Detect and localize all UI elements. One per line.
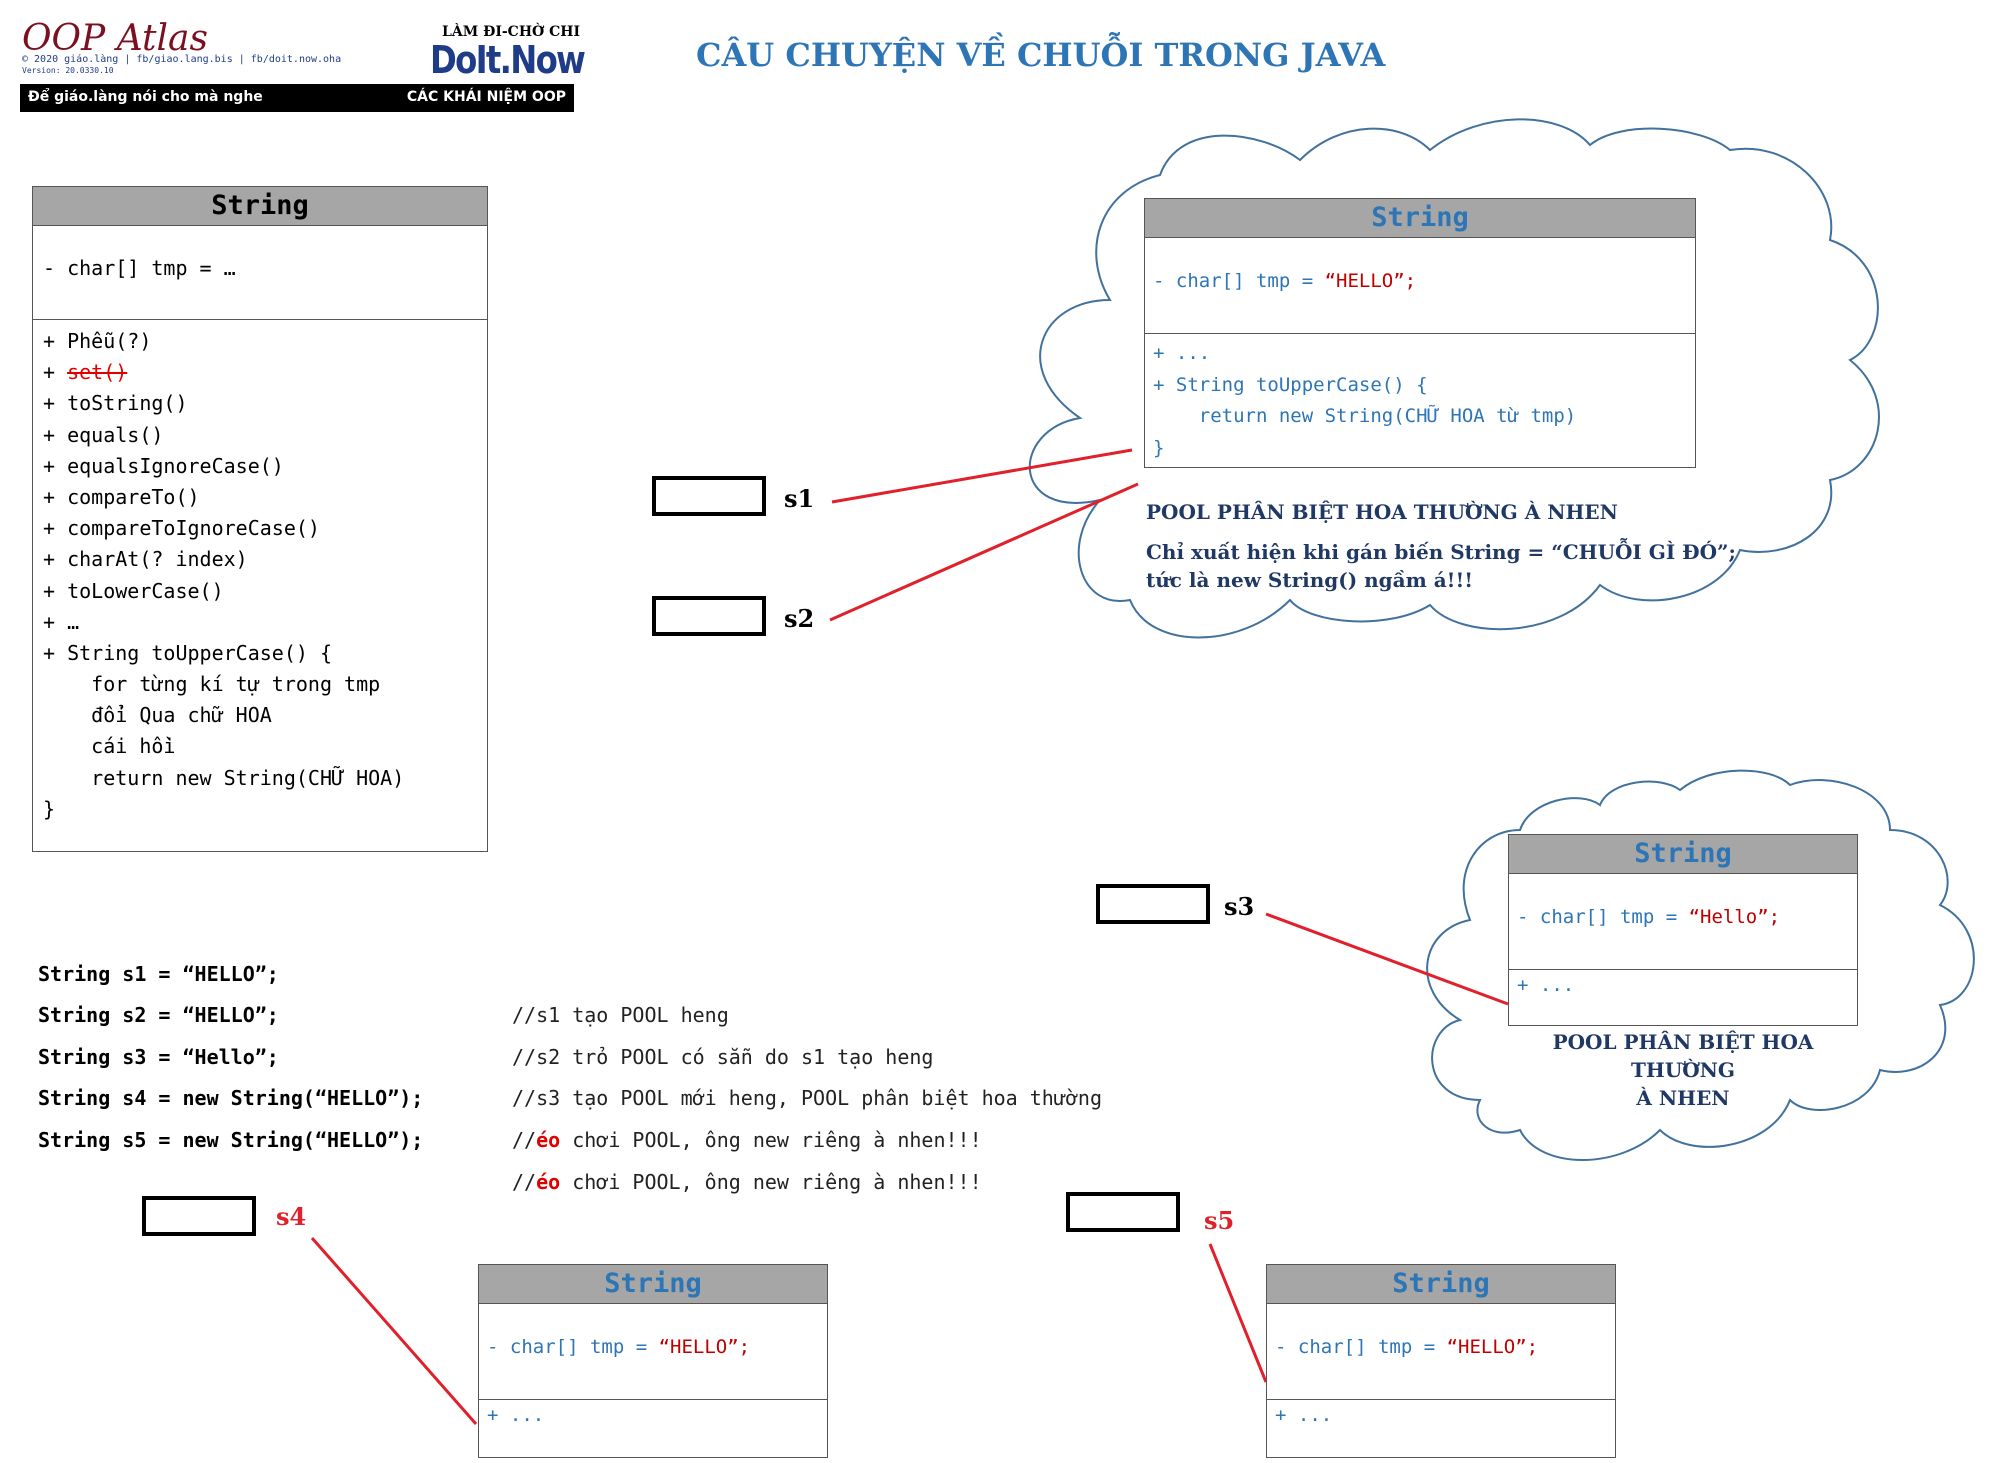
code-statement: String s4 = new String(“HELLO”);: [38, 1086, 424, 1111]
class-method-section: + Phễu(?) + set() + toString() + equals(…: [33, 320, 487, 825]
pool-string-object-1: String - char[] tmp = “HELLO”; + ... + S…: [1144, 198, 1696, 468]
code-comment: //s3 tạo POOL mới heng, POOL phân biệt h…: [512, 1086, 1103, 1111]
variable-label-s4: s4: [276, 1202, 307, 1231]
variable-box-s4: [142, 1196, 256, 1236]
code-statement: String s5 = new String(“HELLO”);: [38, 1127, 424, 1152]
object-methods: + ...: [1267, 1400, 1615, 1426]
method: + charAt(? index): [43, 547, 248, 572]
code-line: String s5 = new String(“HELLO”); //éo ch…: [38, 1078, 982, 1194]
object-class-name: String: [1145, 199, 1695, 238]
s3-arrow: [1265, 912, 1509, 1006]
method: + toString(): [43, 391, 188, 416]
object-method: + ...: [1517, 974, 1575, 996]
pool-note-title: POOL PHÂN BIỆT HOA THƯỜNG À NHEN: [1146, 500, 1618, 524]
method: + equalsIgnoreCase(): [43, 453, 284, 478]
code-line: String s2 = “HELLO”; //s2 trỏ POOL có sẵ…: [38, 954, 933, 1069]
code-block: String s1 = “HELLO”; //s1 tạo POOL heng …: [38, 912, 1102, 1194]
method: + compareToIgnoreCase(): [43, 516, 320, 541]
comment-prefix: //: [512, 1169, 537, 1194]
object-methods: + ...: [479, 1400, 827, 1426]
method: + toLowerCase(): [43, 578, 224, 603]
class-name: String: [33, 187, 487, 226]
pool-note-line: Chỉ xuất hiện khi gán biến String = “CHU…: [1146, 540, 1736, 564]
code-comment: //s2 trỏ POOL có sẵn do s1 tạo heng: [512, 1044, 934, 1069]
comment-prefix: //: [512, 1127, 537, 1152]
comment-rest: chơi POOL, ông new riêng à nhen!!!: [560, 1127, 982, 1152]
object-method: + ...: [1275, 1404, 1333, 1426]
s2-arrow: [829, 482, 1139, 622]
code-comment: //s1 tạo POOL heng: [512, 1003, 729, 1028]
variable-label-s1: s1: [784, 484, 815, 513]
method: + String toUpperCase() {: [43, 640, 332, 665]
pool-note-body: Chỉ xuất hiện khi gán biến String = “CHU…: [1146, 538, 1736, 594]
code-line: String s3 = “Hello”; //s3 tạo POOL mới h…: [38, 995, 1102, 1111]
pool-string-object-2: String - char[] tmp = “Hello”; + ...: [1508, 834, 1858, 1026]
field-value: “HELLO”;: [658, 1336, 751, 1358]
s1-arrow: [831, 448, 1133, 504]
code-comment: //éo chơi POOL, ông new riêng à nhen!!!: [512, 1162, 982, 1204]
method: return new String(CHỮ HOA): [43, 765, 405, 790]
object-method: + ...: [1153, 342, 1211, 364]
object-field: - char[] tmp = “HELLO”;: [1267, 1304, 1615, 1400]
pool-note-line: POOL PHÂN BIỆT HOA THƯỜNG: [1552, 1030, 1814, 1082]
field-value: “HELLO”;: [1324, 270, 1417, 292]
comment-highlight: éo: [536, 1127, 561, 1152]
object-class-name: String: [1509, 835, 1857, 874]
pool-note-line: À NHEN: [1636, 1086, 1730, 1110]
object-class-name: String: [479, 1265, 827, 1304]
field-prefix: - char[] tmp =: [1275, 1336, 1447, 1358]
field-prefix: - char[] tmp =: [487, 1336, 659, 1358]
method: + …: [43, 609, 80, 634]
field-prefix: - char[] tmp =: [1517, 906, 1689, 928]
object-method: }: [1153, 436, 1165, 459]
variable-box-s3: [1096, 884, 1210, 924]
method: đổi Qua chữ HOA: [43, 703, 272, 728]
object-field: - char[] tmp = “Hello”;: [1509, 874, 1857, 970]
object-method: + String toUpperCase() {: [1153, 373, 1428, 396]
code-comment: //éo chơi POOL, ông new riêng à nhen!!!: [512, 1120, 982, 1162]
s4-arrow: [310, 1237, 478, 1425]
heap-string-object-s4: String - char[] tmp = “HELLO”; + ...: [478, 1264, 828, 1458]
method: for từng kí tự trong tmp: [43, 672, 381, 697]
method: cái hồi: [43, 734, 176, 759]
object-methods: + ... + String toUpperCase() { return ne…: [1145, 334, 1695, 464]
variable-label-s5: s5: [1204, 1206, 1235, 1235]
object-method: + ...: [487, 1404, 545, 1426]
object-method: return new String(CHỮ HOA từ tmp): [1153, 405, 1577, 427]
heap-string-object-s5: String - char[] tmp = “HELLO”; + ...: [1266, 1264, 1616, 1458]
object-field: - char[] tmp = “HELLO”;: [479, 1304, 827, 1400]
pool-note-line: tức là new String() ngầm á!!!: [1146, 568, 1474, 592]
variable-box-s2: [652, 596, 766, 636]
comment-highlight: éo: [536, 1169, 561, 1194]
object-class-name: String: [1267, 1265, 1615, 1304]
pool-note-2: POOL PHÂN BIỆT HOA THƯỜNG À NHEN: [1500, 1028, 1866, 1112]
variable-box-s5: [1066, 1192, 1180, 1232]
comment-rest: chơi POOL, ông new riêng à nhen!!!: [560, 1169, 982, 1194]
method-set-struck: set(): [67, 360, 128, 385]
field-value: “Hello”;: [1688, 906, 1781, 928]
variable-label-s3: s3: [1224, 892, 1255, 921]
class-field: - char[] tmp = …: [43, 256, 236, 280]
code-line: String s1 = “HELLO”; //s1 tạo POOL heng: [38, 912, 729, 1028]
method: + compareTo(): [43, 484, 200, 509]
field-value: “HELLO”;: [1446, 1336, 1539, 1358]
class-field-section: - char[] tmp = …: [33, 226, 487, 320]
code-line: String s4 = new String(“HELLO”); //éo ch…: [38, 1037, 982, 1152]
object-field: - char[] tmp = “HELLO”;: [1145, 238, 1695, 334]
method-set: + set(): [43, 357, 487, 388]
field-prefix: - char[] tmp =: [1153, 270, 1325, 292]
method-prefix: +: [43, 360, 68, 385]
s5-arrow: [1208, 1243, 1268, 1383]
string-class-diagram: String - char[] tmp = … + Phễu(?) + set(…: [32, 186, 488, 852]
object-methods: + ...: [1509, 970, 1857, 996]
variable-label-s2: s2: [784, 604, 815, 633]
variable-box-s1: [652, 476, 766, 516]
method: + Phễu(?): [43, 329, 152, 353]
method: }: [43, 796, 56, 821]
method: + equals(): [43, 422, 164, 447]
